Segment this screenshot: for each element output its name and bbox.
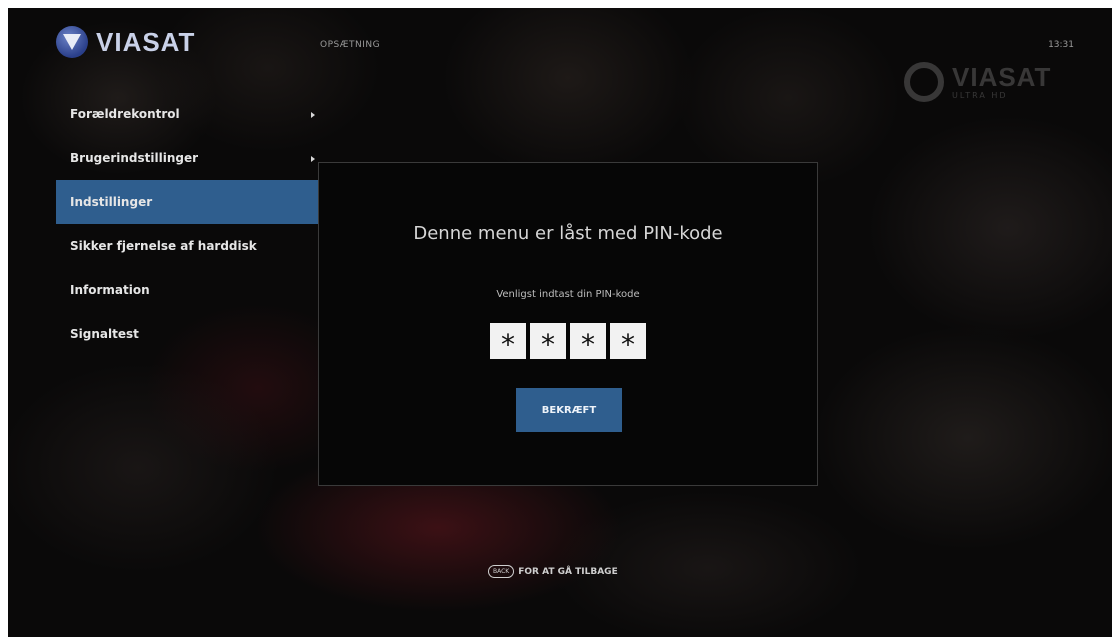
menu-item-user-settings[interactable]: Brugerindstillinger (56, 136, 318, 180)
pin-digit[interactable]: * (610, 323, 646, 359)
menu-item-label: Forældrekontrol (70, 107, 180, 121)
back-key-icon: BACK (488, 565, 515, 578)
menu-item-settings[interactable]: Indstillinger (56, 180, 318, 224)
pin-digit[interactable]: * (530, 323, 566, 359)
clock: 13:31 (1048, 40, 1074, 50)
menu-item-parental-control[interactable]: Forældrekontrol (56, 92, 318, 136)
pin-digit[interactable]: * (490, 323, 526, 359)
menu-item-label: Indstillinger (70, 195, 153, 209)
viasat-logo-icon (56, 26, 88, 58)
back-hint: BACK FOR AT GÅ TILBAGE (488, 565, 618, 578)
page-title: OPSÆTNING (320, 40, 381, 50)
confirm-button[interactable]: BEKRÆFT (516, 388, 622, 432)
brand-watermark: VIASAT ULTRA HD (904, 62, 1051, 102)
menu-item-label: Information (70, 283, 150, 297)
pin-prompt: Venligst indtast din PIN-kode (496, 289, 640, 300)
pin-digit[interactable]: * (570, 323, 606, 359)
menu-item-label: Brugerindstillinger (70, 151, 199, 165)
pin-input[interactable]: * * * * (319, 323, 817, 359)
menu-item-information[interactable]: Information (56, 268, 318, 312)
pin-dialog: Denne menu er låst med PIN-kode Venligst… (318, 162, 818, 486)
viasat-logo: VIASAT (56, 26, 195, 58)
menu-item-label: Sikker fjernelse af harddisk (70, 239, 257, 253)
watermark-sub: ULTRA HD (952, 91, 1008, 100)
viasat-watermark-icon (904, 62, 944, 102)
tv-screen: VIASAT OPSÆTNING 13:31 VIASAT ULTRA HD F… (8, 8, 1112, 637)
logo-text: VIASAT (96, 26, 196, 57)
menu-item-label: Signaltest (70, 327, 139, 341)
menu-item-safe-remove-harddisk[interactable]: Sikker fjernelse af harddisk (56, 224, 318, 268)
dialog-title: Denne menu er låst med PIN-kode (413, 223, 723, 244)
watermark-main: VIASAT (952, 62, 1052, 92)
submenu-arrow-icon (311, 112, 315, 118)
back-hint-label: FOR AT GÅ TILBAGE (518, 566, 618, 577)
settings-menu: Forældrekontrol Brugerindstillinger Inds… (56, 92, 318, 356)
menu-item-signal-test[interactable]: Signaltest (56, 312, 318, 356)
submenu-arrow-icon (311, 156, 315, 162)
